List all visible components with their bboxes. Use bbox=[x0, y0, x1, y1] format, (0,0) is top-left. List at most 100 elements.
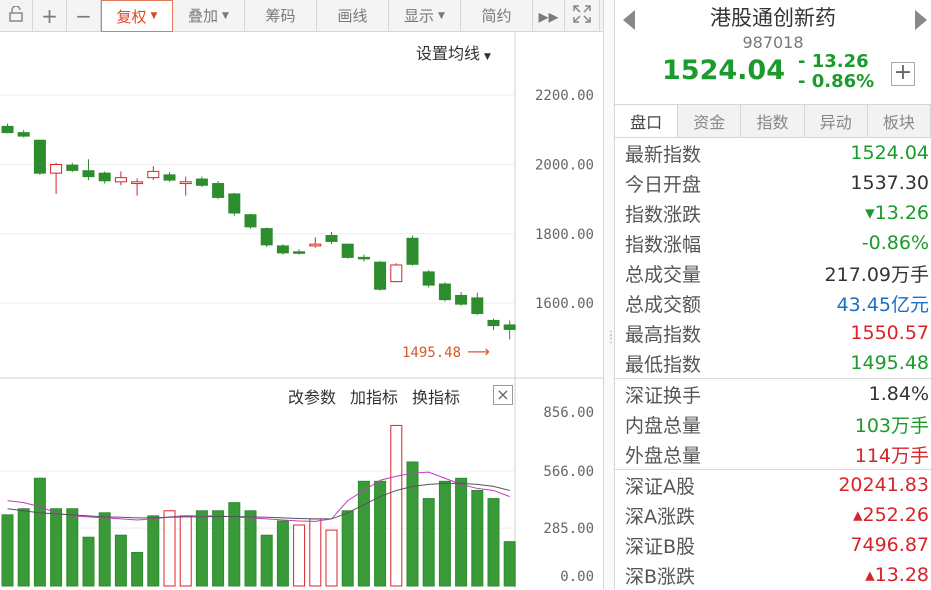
candle-body bbox=[471, 297, 484, 314]
quote-row-label: 内盘总量 bbox=[625, 414, 702, 437]
candle-body bbox=[374, 261, 387, 290]
volume-bar bbox=[179, 515, 192, 587]
quote-row: 深证B股 7496.87 bbox=[615, 530, 931, 560]
quote-row-label: 总成交额 bbox=[625, 293, 702, 316]
indicator-button-0[interactable]: 改参数 bbox=[288, 384, 336, 408]
fullscreen-button[interactable] bbox=[565, 0, 600, 31]
quote-row-label: 外盘总量 bbox=[625, 444, 702, 467]
volume-bar bbox=[66, 508, 79, 587]
indicator-button-2[interactable]: 换指标 bbox=[412, 384, 460, 408]
quote-row-label: 深证换手 bbox=[625, 384, 702, 407]
quote-row: 深B涨跌 ▴13.28 bbox=[615, 560, 931, 590]
quote-row-value: 114万手 bbox=[854, 444, 929, 467]
volume-tick-label: 566.00 bbox=[543, 464, 594, 480]
tab-4[interactable]: 板块 bbox=[868, 105, 931, 137]
volume-bar bbox=[406, 461, 419, 587]
toolbar-5-button[interactable]: 筹码 bbox=[245, 0, 317, 31]
toolbar-8-button[interactable]: 简约 bbox=[461, 0, 533, 31]
quote-row-label: 指数涨幅 bbox=[625, 233, 702, 256]
candle-body bbox=[422, 271, 435, 286]
quote-row-value: 1550.57 bbox=[850, 322, 929, 344]
quote-row: 深A涨跌 ▴252.26 bbox=[615, 500, 931, 530]
volume-bar bbox=[487, 498, 500, 587]
quote-row-value: -0.86% bbox=[861, 232, 929, 254]
candle-body bbox=[98, 172, 111, 182]
quote-row-value: 103万手 bbox=[854, 414, 929, 437]
quote-row-value: 1.84% bbox=[868, 383, 929, 405]
quote-row-value: 1495.48 bbox=[850, 352, 929, 374]
volume-bar bbox=[1, 514, 14, 587]
candle-body bbox=[325, 235, 338, 242]
chevron-down-icon: ▼ bbox=[150, 11, 158, 21]
price-tick-label: 1800.00 bbox=[535, 227, 594, 243]
zoom-in-button[interactable]: + bbox=[33, 0, 67, 31]
toolbar-4-button[interactable]: 叠加 ▼ bbox=[173, 0, 245, 31]
index-code: 987018 bbox=[742, 33, 804, 52]
lock-button[interactable] bbox=[0, 0, 33, 31]
volume-bar bbox=[82, 536, 95, 587]
quote-row-label: 深证B股 bbox=[625, 535, 696, 558]
candle-body bbox=[309, 243, 322, 247]
fast-forward-button[interactable]: ▸▸ bbox=[533, 0, 565, 31]
volume-bar bbox=[98, 512, 111, 587]
quote-row-value: 1524.04 bbox=[850, 142, 929, 164]
zoom-out-button[interactable]: − bbox=[67, 0, 101, 31]
tab-3[interactable]: 异动 bbox=[805, 105, 868, 137]
candle-body bbox=[438, 283, 451, 301]
quote-row: 外盘总量 114万手 bbox=[615, 439, 931, 469]
add-watchlist-button[interactable]: + bbox=[891, 62, 915, 86]
candle-body bbox=[244, 214, 257, 228]
volume-bar bbox=[17, 508, 30, 587]
candle-body bbox=[163, 174, 176, 181]
low-arrow-icon: ⟶ bbox=[467, 342, 490, 361]
chevron-down-icon: ▼ bbox=[438, 10, 445, 21]
quote-row: 最新指数 1524.04 bbox=[615, 138, 931, 168]
current-price: 1524.04 bbox=[662, 55, 785, 86]
toolbar-label: 筹码 bbox=[265, 7, 296, 25]
candle-body bbox=[17, 132, 30, 137]
candle-body bbox=[50, 163, 63, 174]
candle-body bbox=[179, 181, 192, 185]
quote-row-label: 总成交量 bbox=[625, 263, 702, 286]
candle-body bbox=[147, 170, 160, 179]
chart-area[interactable]: 2200.00 2000.00 1800.00 1600.00 856.00 566.00… bbox=[0, 32, 603, 589]
quote-row: 指数涨跌 ▾13.26 bbox=[615, 198, 931, 228]
panel-splitter[interactable]: ⋮ ⋮ bbox=[603, 0, 616, 589]
volume-bar bbox=[147, 515, 160, 587]
price-change: - 13.26 - 0.86% bbox=[798, 52, 874, 92]
volume-bar bbox=[471, 489, 484, 587]
indicator-button-1[interactable]: 加指标 bbox=[350, 384, 398, 408]
candle-body bbox=[131, 181, 144, 185]
toolbar-3-button[interactable]: 复权 ▼ bbox=[101, 0, 173, 32]
toolbar-label: 复权 bbox=[116, 7, 147, 26]
price-tick-label: 1600.00 bbox=[535, 296, 594, 312]
tab-2[interactable]: 指数 bbox=[741, 105, 805, 137]
quote-rows: 最新指数 1524.04 今日开盘 1537.30 指数涨跌 ▾13.26 指数涨幅 -0.8… bbox=[615, 138, 931, 590]
toolbar-6-button[interactable]: 画线 bbox=[317, 0, 389, 31]
quote-row: 内盘总量 103万手 bbox=[615, 409, 931, 439]
toolbar-label: 画线 bbox=[337, 7, 368, 25]
ma-setting-button[interactable]: 设置均线 ▼ bbox=[416, 40, 491, 64]
quote-row-value: ▴252.26 bbox=[852, 504, 929, 526]
tab-1[interactable]: 资金 bbox=[678, 105, 742, 137]
quote-row: 最高指数 1550.57 bbox=[615, 318, 931, 348]
close-indicator-button[interactable]: × bbox=[493, 385, 513, 405]
tab-0[interactable]: 盘口 bbox=[615, 105, 679, 137]
quote-row: 深证A股 20241.83 bbox=[615, 469, 931, 500]
candle-body bbox=[357, 256, 370, 260]
volume-bar bbox=[438, 480, 451, 587]
volume-bar bbox=[422, 498, 435, 587]
change-value: - 13.26 bbox=[798, 51, 869, 72]
next-stock-icon[interactable] bbox=[915, 10, 927, 30]
toolbar-7-button[interactable]: 显示 ▼ bbox=[389, 0, 461, 31]
plus-icon: + bbox=[893, 60, 913, 85]
quote-row-label: 深B涨跌 bbox=[625, 565, 696, 588]
quote-row-value: 217.09万手 bbox=[824, 263, 929, 286]
lock-icon bbox=[9, 4, 23, 26]
candle-body bbox=[212, 183, 225, 198]
kline-chart[interactable]: 2200.00 2000.00 1800.00 1600.00 856.00 566.00… bbox=[0, 32, 603, 589]
chevron-down-icon: ▼ bbox=[222, 10, 229, 21]
indicator-buttons: 改参数 加指标 换指标 bbox=[288, 384, 460, 408]
candle-body bbox=[455, 294, 468, 305]
toolbar-label: 显示 bbox=[404, 7, 435, 25]
